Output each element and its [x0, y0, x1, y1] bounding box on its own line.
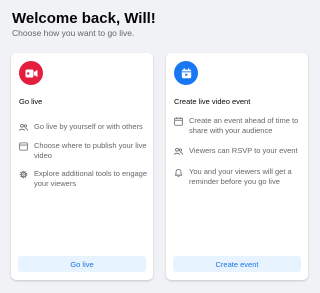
- feature-text: Explore additional tools to engage your …: [34, 169, 147, 188]
- go-live-page: Welcome back, Will! Choose how you want …: [0, 0, 320, 293]
- create-event-button[interactable]: Create event: [173, 256, 301, 272]
- video-camera-icon: [19, 61, 43, 85]
- feature-text: Viewers can RSVP to your event: [189, 146, 298, 155]
- create-event-heading: Create live video event: [174, 97, 251, 106]
- calendar-icon: [174, 117, 183, 126]
- feature-text: Create an event ahead of time to share w…: [189, 116, 299, 135]
- people-icon: [19, 123, 28, 131]
- page-subtitle: Choose how you want to go live.: [12, 28, 135, 38]
- gear-icon: [19, 170, 28, 179]
- people-icon: [174, 147, 183, 155]
- go-live-button[interactable]: Go live: [18, 256, 146, 272]
- go-live-card: Go live Go live by yourself or with othe…: [11, 53, 153, 280]
- create-event-card: Create live video event Create an event …: [166, 53, 308, 280]
- page-title: Welcome back, Will!: [12, 10, 156, 27]
- feature-reminder: You and your viewers will get a reminder…: [174, 167, 302, 187]
- feature-choose-publish-location: Choose where to publish your live video: [19, 141, 147, 161]
- go-live-heading: Go live: [19, 97, 43, 106]
- calendar-event-icon: [174, 61, 198, 85]
- bell-icon: [174, 168, 183, 177]
- feature-explore-tools: Explore additional tools to engage your …: [19, 169, 147, 189]
- feature-text: Go live by yourself or with others: [34, 122, 143, 131]
- feature-viewers-rsvp: Viewers can RSVP to your event: [174, 146, 302, 156]
- feature-go-live-with-others: Go live by yourself or with others: [19, 122, 147, 132]
- feature-create-event-ahead: Create an event ahead of time to share w…: [174, 116, 302, 136]
- feature-text: You and your viewers will get a reminder…: [189, 167, 292, 186]
- publish-window-icon: [19, 142, 28, 151]
- feature-text: Choose where to publish your live video: [34, 141, 147, 160]
